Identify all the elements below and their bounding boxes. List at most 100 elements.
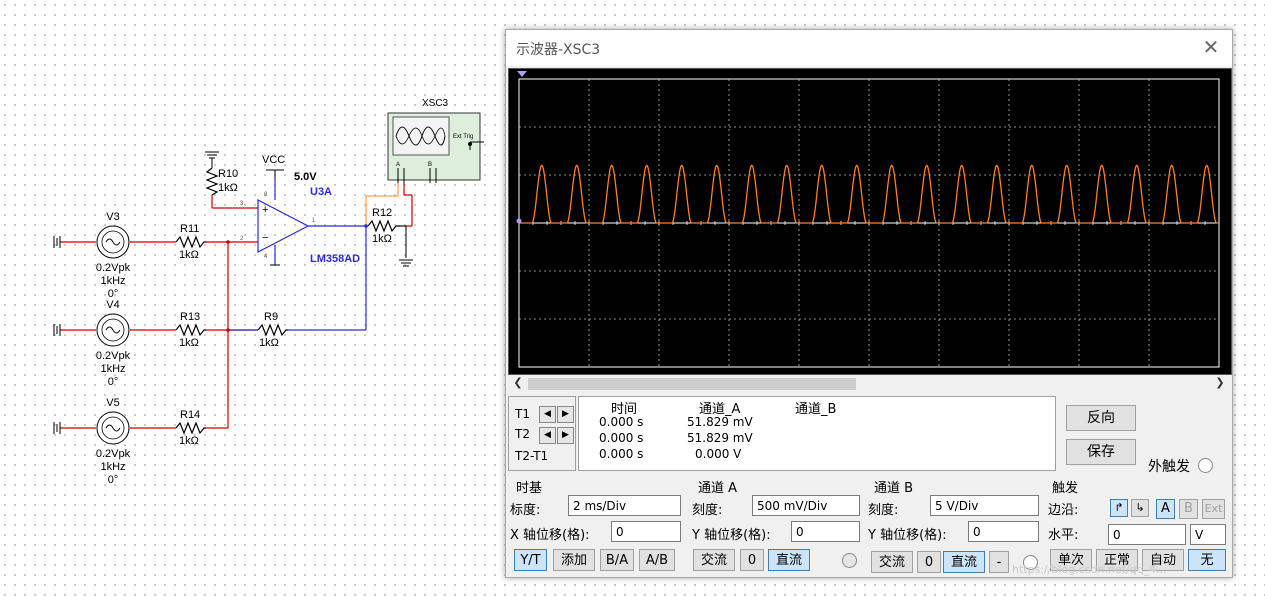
svg-text:−: − <box>262 232 268 244</box>
r9-ref: R9 <box>264 311 278 323</box>
t2-time: 0.000 s <box>599 431 644 445</box>
trigger-source-ext-button[interactable]: Ext <box>1202 499 1225 519</box>
trigger-source-a-button[interactable]: A <box>1156 499 1175 519</box>
ba-mode-button[interactable]: B/A <box>600 549 634 571</box>
channel-a-ypos-field[interactable]: 0 <box>791 521 860 542</box>
watermark: https://blog.csdn.net/qq_4... <box>1012 563 1167 576</box>
r13-ref: R13 <box>180 311 200 323</box>
scroll-left-icon[interactable]: ❮ <box>510 376 526 389</box>
channel-a-scale-field[interactable]: 500 mV/Div <box>752 495 860 516</box>
scope-ch-a: A <box>396 162 400 168</box>
trigger-marker-icon <box>517 71 527 77</box>
add-mode-button[interactable]: 添加 <box>553 549 595 571</box>
channel-a-ypos-label: Y 轴位移(格): <box>692 528 771 543</box>
channel-b-dc-button[interactable]: 直流 <box>943 551 985 573</box>
ext-trigger-radio[interactable] <box>1198 458 1213 473</box>
channel-b-scale-field[interactable]: 5 V/Div <box>930 495 1039 516</box>
scroll-right-icon[interactable]: ❯ <box>1212 376 1228 389</box>
ac-source-v5[interactable] <box>96 411 130 445</box>
cursor-controls: T1 ◀ ▶ T2 ◀ ▶ T2-T1 <box>508 396 576 471</box>
r14-val: 1kΩ <box>179 435 199 447</box>
trigger-level-unit[interactable]: V <box>1190 524 1226 545</box>
ab-mode-button[interactable]: A/B <box>639 549 675 571</box>
pin-2: 2 <box>240 236 244 242</box>
r12-val: 1kΩ <box>372 233 392 245</box>
trigger-title: 触发 <box>1052 481 1079 496</box>
close-icon[interactable]: ✕ <box>1200 36 1222 58</box>
trigger-edge-label: 边沿: <box>1048 503 1079 518</box>
scope-display[interactable] <box>508 68 1232 375</box>
channel-b-scale-label: 刻度: <box>868 503 899 518</box>
v3-ref: V3 <box>106 211 119 223</box>
r13-val: 1kΩ <box>179 337 199 349</box>
t2-label: T2 <box>515 427 530 441</box>
pin-1: 1 <box>312 218 316 224</box>
timebase-scale-label: 标度: <box>510 503 541 518</box>
channel-a-ac-button[interactable]: 交流 <box>693 549 735 571</box>
pin-8: 8 <box>264 192 268 198</box>
t2-channel-a: 51.829 mV <box>687 431 753 445</box>
v3-freq: 1kHz <box>100 275 125 287</box>
r14-ref: R14 <box>180 409 200 421</box>
falling-edge-icon[interactable]: ↳ <box>1131 499 1149 517</box>
v4-freq: 1kHz <box>100 363 125 375</box>
scope-screen <box>516 71 1220 368</box>
schematic: + − 3 2 8 1 4 V3 0.2Vpk 1kHz 0° V4 0.2Vp… <box>53 98 484 486</box>
ac-source-v4[interactable] <box>96 313 130 347</box>
t2-right-arrow-icon[interactable]: ▶ <box>557 427 574 444</box>
horizontal-scrollbar[interactable]: ❮ ❯ <box>508 375 1230 393</box>
v5-phase: 0° <box>108 474 119 486</box>
window-titlebar[interactable]: 示波器-XSC3 ✕ <box>506 30 1232 66</box>
channel-b-invert-button[interactable]: - <box>989 551 1009 573</box>
channel-b-ac-button[interactable]: 交流 <box>871 551 913 573</box>
t1-label: T1 <box>515 407 530 421</box>
channel-b-ypos-field[interactable]: 0 <box>968 521 1039 542</box>
cursor-panel: T1 ◀ ▶ T2 ◀ ▶ T2-T1 时间 通道_A 通道_B 0.000 s… <box>508 396 1056 471</box>
reverse-button[interactable]: 反向 <box>1066 405 1136 431</box>
timebase-title: 时基 <box>516 481 543 496</box>
oscilloscope-instrument[interactable]: XSC3 Ext Trig A B <box>387 98 484 183</box>
scrollbar-thumb[interactable] <box>528 378 856 390</box>
r11-ref: R11 <box>180 223 199 235</box>
channel-b-zero-button[interactable]: 0 <box>917 551 941 573</box>
t1-left-arrow-icon[interactable]: ◀ <box>539 406 556 423</box>
ext-trigger-label: 外触发 <box>1148 459 1190 475</box>
channel-a-scale-label: 刻度: <box>692 503 723 518</box>
rising-edge-icon[interactable]: ↱ <box>1110 499 1128 517</box>
t2-t1-channel-a: 0.000 V <box>695 447 742 461</box>
channel-b-title: 通道 B <box>874 481 914 496</box>
channel-a-zero-button[interactable]: 0 <box>740 549 764 571</box>
opamp-part: LM358AD <box>310 253 360 265</box>
channel-b-ypos-label: Y 轴位移(格): <box>868 528 947 543</box>
channel-a-title: 通道 A <box>698 481 738 496</box>
channel-a-dc-button[interactable]: 直流 <box>768 549 810 571</box>
pin-4: 4 <box>264 254 268 260</box>
v4-amp: 0.2Vpk <box>96 350 131 362</box>
trigger-level-field[interactable]: 0 <box>1108 524 1186 545</box>
svg-text:+: + <box>262 204 268 216</box>
channel-a-radio[interactable] <box>842 553 857 568</box>
v4-phase: 0° <box>108 376 119 388</box>
timebase-scale-field[interactable]: 2 ms/Div <box>568 495 681 516</box>
ac-source-v3[interactable] <box>96 225 130 259</box>
x-position-field[interactable]: 0 <box>611 521 681 542</box>
t1-time: 0.000 s <box>599 415 644 429</box>
save-button[interactable]: 保存 <box>1066 439 1136 465</box>
v5-amp: 0.2Vpk <box>96 448 131 460</box>
t1-right-arrow-icon[interactable]: ▶ <box>557 406 574 423</box>
trigger-none-button[interactable]: 无 <box>1188 549 1226 571</box>
t2-t1-label: T2-T1 <box>515 449 549 463</box>
vcc-label: VCC <box>262 154 285 166</box>
r11-val: 1kΩ <box>179 249 199 261</box>
yt-mode-button[interactable]: Y/T <box>514 549 547 571</box>
scope-ext-trig: Ext Trig <box>453 134 473 140</box>
pin-3: 3 <box>240 201 244 207</box>
trigger-source-b-button[interactable]: B <box>1179 499 1198 519</box>
v4-ref: V4 <box>106 299 119 311</box>
v3-amp: 0.2Vpk <box>96 262 131 274</box>
r12-ref: R12 <box>372 207 392 219</box>
t2-left-arrow-icon[interactable]: ◀ <box>539 427 556 444</box>
t2-t1-time: 0.000 s <box>599 447 644 461</box>
scope-ch-b: B <box>428 162 432 168</box>
r9-val: 1kΩ <box>259 337 279 349</box>
